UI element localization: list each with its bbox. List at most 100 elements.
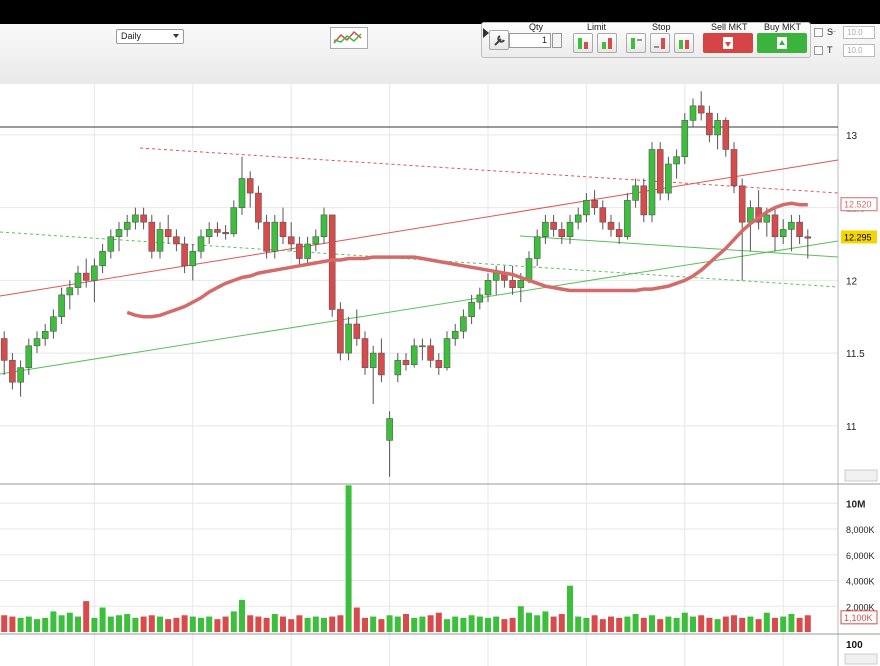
qty-input[interactable]: 1: [509, 33, 551, 48]
volume-bar: [526, 612, 532, 632]
limit-label: Limit: [587, 22, 607, 32]
candle-body: [115, 229, 123, 238]
candle-body: [181, 243, 188, 267]
volume-bar: [558, 613, 565, 632]
volume-tick-label: 8,000K: [846, 525, 875, 535]
last-price-tag-text: 12.295: [844, 232, 872, 242]
volume-bar: [599, 619, 606, 632]
volume-bar: [698, 615, 705, 632]
volume-bar: [435, 612, 442, 632]
candle-body: [296, 243, 303, 259]
settings-button[interactable]: [489, 30, 509, 50]
stop-button-2[interactable]: [650, 33, 670, 53]
candle-body: [214, 229, 221, 233]
interval-select[interactable]: Daily: [116, 29, 184, 44]
candle-body: [361, 338, 369, 368]
chart-background: [0, 84, 880, 666]
volume-bar: [263, 617, 270, 632]
volume-bar: [9, 616, 16, 632]
volume-bar: [493, 616, 500, 632]
candle-body: [394, 360, 402, 376]
volume-bar: [189, 616, 196, 632]
candle-body: [255, 192, 262, 223]
volume-bar: [362, 617, 368, 632]
volume-bar: [124, 613, 131, 632]
price-tick-label: 13: [846, 131, 858, 142]
ma-tag-text: 12.520: [844, 200, 872, 210]
candle-body: [640, 185, 648, 216]
candle-body: [74, 272, 82, 288]
volume-bar: [230, 611, 237, 632]
candle-body: [624, 200, 631, 238]
candle-body: [533, 236, 541, 259]
volume-bar: [140, 616, 147, 632]
t-value-field[interactable]: 10.0: [843, 44, 875, 57]
candle: [656, 142, 664, 201]
candle-body: [189, 250, 197, 267]
candle-body: [443, 338, 451, 368]
qty-stepper[interactable]: [552, 33, 562, 48]
volume-tick-label: 4,000K: [846, 577, 875, 587]
candle-body: [804, 236, 812, 239]
volume-bar: [640, 617, 647, 632]
volume-bar: [796, 617, 803, 632]
volume-bar: [755, 619, 762, 632]
volume-bar: [804, 615, 811, 632]
volume-bar: [271, 613, 278, 632]
volume-bar: [427, 615, 434, 632]
candle-body: [287, 236, 295, 245]
s-value-field[interactable]: 10.0: [843, 26, 875, 39]
stop-icon-2: [654, 38, 665, 49]
volume-bar: [280, 616, 286, 632]
volume-bar: [608, 616, 614, 632]
buy-mkt-button[interactable]: [757, 33, 807, 53]
limit-buy-icon: [578, 38, 588, 49]
volume-bar: [304, 617, 311, 632]
volume-bar: [91, 617, 98, 632]
stop-button-1[interactable]: [626, 33, 646, 53]
volume-bar: [370, 616, 377, 632]
t-checkbox[interactable]: [814, 46, 823, 55]
t-label: T: [827, 45, 833, 55]
volume-bar: [148, 615, 155, 632]
panel-scroll-handle[interactable]: [844, 469, 878, 482]
last-price-tag: 12.295: [841, 230, 877, 244]
volume-bar: [157, 616, 163, 632]
candle-body: [656, 149, 664, 194]
indicator-button[interactable]: [330, 27, 368, 49]
candle-body: [25, 345, 33, 368]
sell-mkt-button[interactable]: [703, 33, 753, 53]
candle-body: [648, 149, 656, 216]
volume-bar: [116, 615, 122, 632]
candle-body: [484, 280, 492, 296]
volume-bar: [17, 617, 24, 632]
candle-body: [230, 207, 238, 235]
candle-body: [164, 229, 172, 238]
candle-body: [451, 330, 459, 339]
candle-body: [353, 323, 361, 339]
last-volume-tag: 1,100K: [840, 610, 878, 625]
candle-body: [378, 352, 385, 376]
volume-bar: [1, 615, 8, 632]
lower-panel-scroll-handle[interactable]: [844, 653, 878, 665]
limit-buy-button[interactable]: [573, 33, 593, 53]
volume-bar: [75, 616, 81, 632]
candle-body: [238, 178, 246, 208]
candle-body: [788, 221, 795, 230]
chart-area[interactable]: 1312.51211.511 10M8,000K6,000K4,000K2,00…: [0, 84, 880, 666]
s-checkbox[interactable]: [814, 28, 823, 37]
volume-bar: [550, 616, 557, 632]
stop-button-3[interactable]: [674, 33, 694, 53]
candle-body: [91, 265, 98, 281]
limit-sell-button[interactable]: [597, 33, 617, 53]
s-label: S: [827, 27, 834, 37]
candle-body: [132, 214, 139, 223]
candle-body: [345, 323, 352, 354]
volume-bar: [517, 606, 524, 632]
candle-body: [730, 149, 738, 187]
candle-body: [123, 221, 131, 230]
candle-body: [271, 221, 279, 252]
volume-bar: [165, 619, 172, 632]
buy-arrow-icon: [777, 37, 787, 49]
volume-bar: [353, 607, 360, 632]
